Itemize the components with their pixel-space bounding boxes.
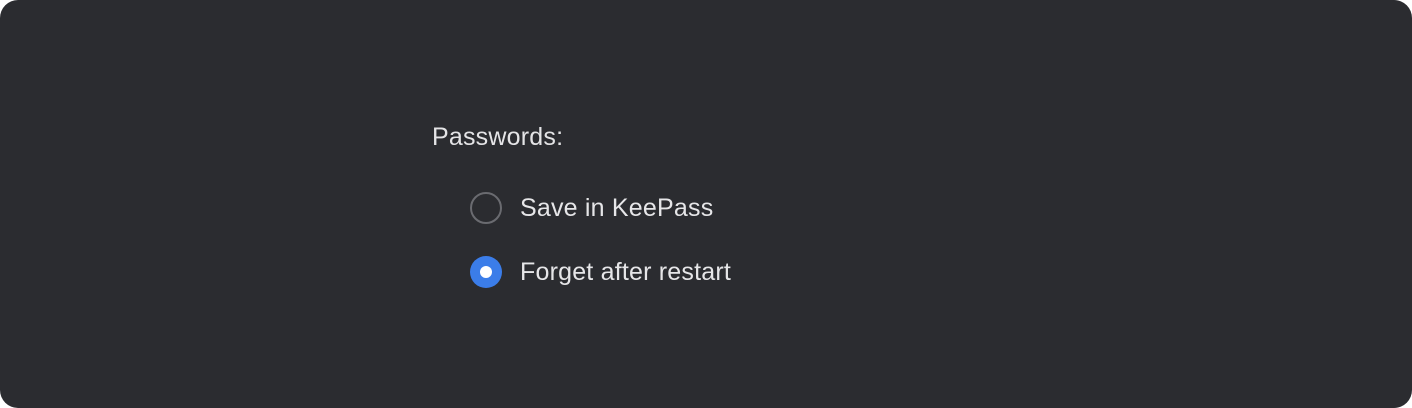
passwords-settings-panel: Passwords: Save in KeePass Forget after … [0, 0, 1412, 408]
radio-dot-icon [480, 266, 492, 278]
radio-option-label: Save in KeePass [520, 194, 714, 222]
radio-checked-icon[interactable] [470, 256, 502, 288]
passwords-group-label: Passwords: [432, 123, 564, 151]
radio-option-save-in-keepass[interactable]: Save in KeePass [470, 190, 713, 226]
radio-option-forget-after-restart[interactable]: Forget after restart [470, 254, 731, 290]
radio-unchecked-icon[interactable] [470, 192, 502, 224]
radio-option-label: Forget after restart [520, 258, 732, 286]
